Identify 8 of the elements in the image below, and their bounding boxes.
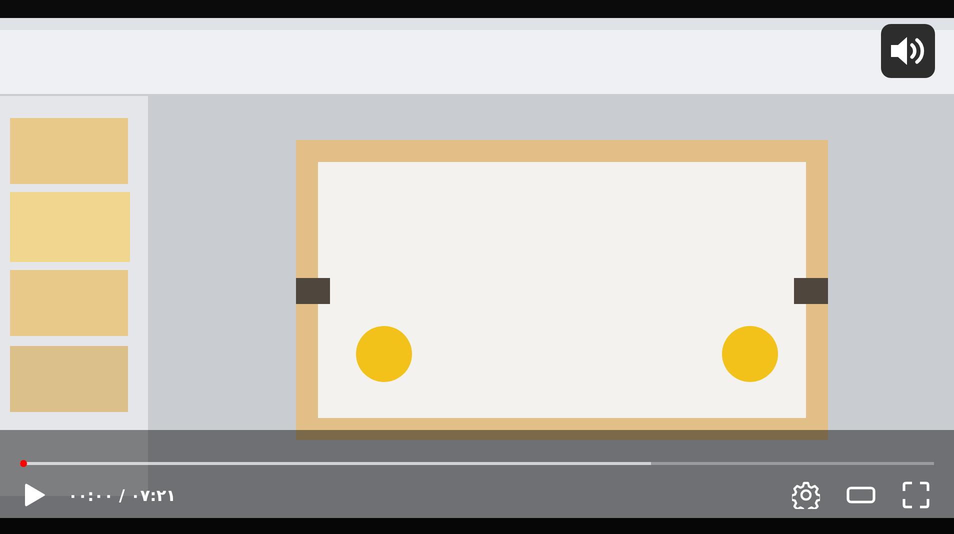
speaker-icon [889, 34, 927, 68]
rectangle-icon [846, 485, 876, 505]
play-icon [24, 482, 46, 508]
fullscreen-icon [902, 481, 930, 509]
time-display: ۰۰:۰۰ / ۰۷:۲۱ [68, 486, 176, 504]
progress-track[interactable] [20, 462, 934, 465]
settings-icon [792, 481, 820, 509]
volume-button[interactable] [881, 24, 935, 78]
